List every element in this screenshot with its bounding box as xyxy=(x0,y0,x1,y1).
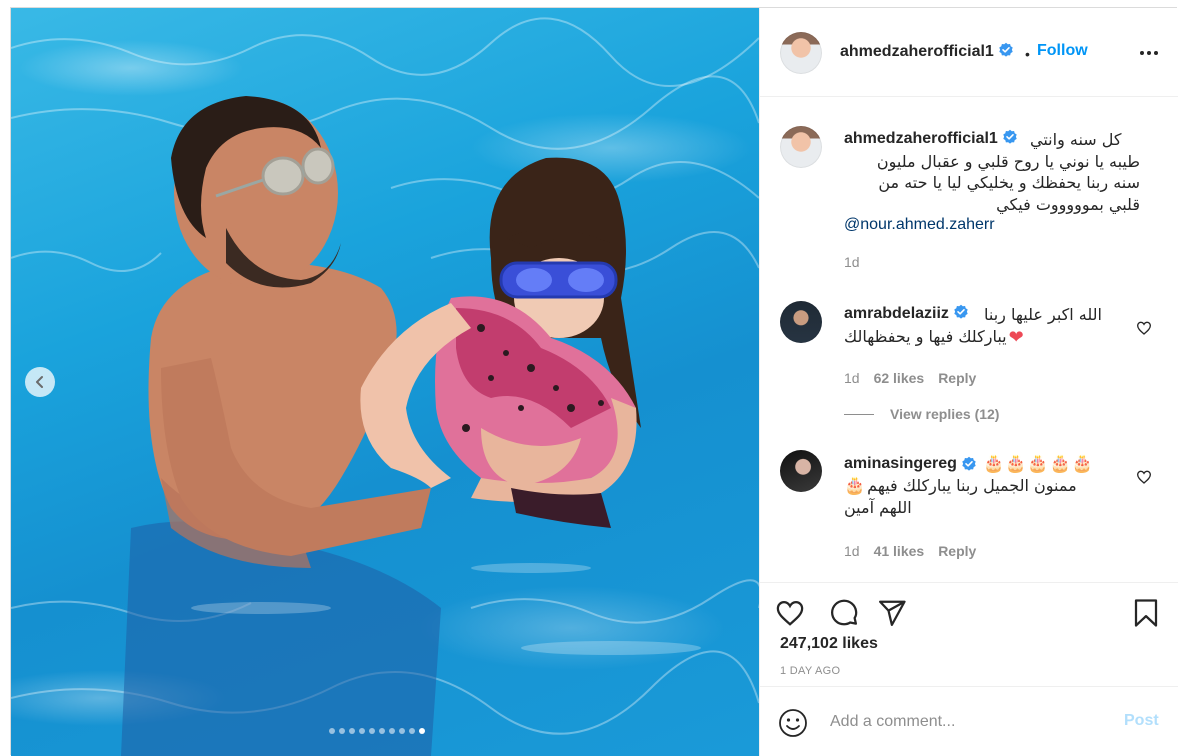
carousel-dot xyxy=(399,728,405,734)
caption-username[interactable]: ahmedzaherofficial1 xyxy=(844,130,998,147)
chevron-left-icon xyxy=(36,376,43,388)
carousel-indicator xyxy=(329,728,425,734)
post-comment-button[interactable]: Post xyxy=(1124,712,1159,730)
comment-username[interactable]: aminasingereg xyxy=(844,455,957,473)
carousel-dot xyxy=(389,728,395,734)
verified-icon xyxy=(999,42,1013,57)
likes-count[interactable]: 247,102 likes xyxy=(780,635,878,653)
comments-list[interactable]: ahmedzaherofficial1 كل سنه وانتي طيبه يا… xyxy=(760,98,1178,582)
reply-button[interactable]: Reply xyxy=(938,370,976,386)
view-replies-label: View replies (12) xyxy=(890,406,1000,422)
comment-text-line-1: الله اكبر عليها ربنا xyxy=(984,305,1102,324)
avatar[interactable] xyxy=(780,32,822,74)
caption-line-3: سنه ربنا يحفظك و يخليكي ليا يا حته من xyxy=(878,173,1140,192)
comment-time[interactable]: 1d xyxy=(844,370,860,386)
carousel-dot xyxy=(379,728,385,734)
post-photo[interactable] xyxy=(11,8,759,756)
comment-text-line-2: اللهم آمين xyxy=(844,498,912,517)
verified-icon xyxy=(1003,129,1017,144)
carousel-dot xyxy=(409,728,415,734)
comment-text-line-2-row: يباركلك فيها و يحفظهالك ❤ xyxy=(844,326,1024,348)
avatar[interactable] xyxy=(780,126,822,168)
emoji-picker-button[interactable] xyxy=(778,708,808,738)
heart-outline-icon xyxy=(776,600,804,626)
separator: • xyxy=(1025,46,1030,62)
comment-meta: 1d 62 likes Reply xyxy=(844,370,976,386)
add-comment-bar: Post xyxy=(760,686,1178,756)
carousel-dot xyxy=(349,728,355,734)
carousel-dot xyxy=(419,728,425,734)
comment-meta: 1d 41 likes Reply xyxy=(844,543,976,559)
follow-button[interactable]: Follow xyxy=(1037,42,1088,60)
post-sidebar: ahmedzaherofficial1 • Follow ahmedzahero… xyxy=(759,8,1178,756)
like-button[interactable] xyxy=(774,597,806,629)
comment-likes[interactable]: 62 likes xyxy=(874,370,925,386)
carousel-dot xyxy=(339,728,345,734)
comment-text-line-2: يباركلك فيها و يحفظهالك xyxy=(844,327,1007,346)
carousel-dot xyxy=(329,728,335,734)
emoji-icon xyxy=(779,709,807,737)
comment-text-line-1: ممنون الجميل ربنا يباركلك فيهم xyxy=(867,476,1077,495)
owner-username[interactable]: ahmedzaherofficial1 xyxy=(840,43,994,60)
bookmark-icon xyxy=(1134,599,1158,627)
caption-line-1: كل سنه وانتي xyxy=(1030,130,1122,149)
reply-button[interactable]: Reply xyxy=(938,543,976,559)
avatar[interactable] xyxy=(780,450,822,492)
comment-text-line-1-row: 🎂 ممنون الجميل ربنا يباركلك فيهم xyxy=(844,475,1077,497)
post-header: ahmedzaherofficial1 • Follow xyxy=(760,8,1178,97)
caption-time[interactable]: 1d xyxy=(844,254,860,270)
carousel-dot xyxy=(359,728,365,734)
photo-scene xyxy=(11,17,759,756)
divider xyxy=(844,413,874,415)
caption-line-4: قلبي بموووووت فيكي xyxy=(996,195,1140,214)
cake-emoji: 🎂 xyxy=(844,476,866,496)
share-button[interactable] xyxy=(876,597,908,629)
carousel-dot xyxy=(369,728,375,734)
post-date[interactable]: 1 DAY AGO xyxy=(780,665,840,677)
share-icon xyxy=(879,600,906,626)
comment-time[interactable]: 1d xyxy=(844,543,860,559)
verified-icon xyxy=(954,304,968,319)
save-button[interactable] xyxy=(1130,597,1162,629)
comment-icon xyxy=(831,599,858,626)
cake-emoji-row: 🎂🎂🎂🎂🎂 xyxy=(982,454,1094,474)
comment-header: aminasingereg 🎂🎂🎂🎂🎂 xyxy=(844,453,1094,475)
verified-icon xyxy=(962,456,976,471)
post-dialog: ahmedzaherofficial1 • Follow ahmedzahero… xyxy=(10,7,1178,756)
caption-mention-link[interactable]: @nour.ahmed.zaherr xyxy=(844,216,995,234)
comment-input[interactable] xyxy=(830,709,1110,735)
owner-name-row: ahmedzaherofficial1 xyxy=(840,42,1014,61)
comment-header: amrabdelaziiz xyxy=(844,304,969,326)
more-options-button[interactable] xyxy=(1138,44,1160,62)
action-bar: 247,102 likes 1 DAY AGO xyxy=(760,582,1178,686)
caption-line-2: طيبه يا نوني يا روح قلبي و عقبال مليون xyxy=(876,152,1140,171)
view-replies-button[interactable]: View replies (12) xyxy=(844,406,999,422)
red-heart-emoji: ❤ xyxy=(1008,326,1024,348)
avatar[interactable] xyxy=(780,301,822,343)
more-icon xyxy=(1140,51,1158,55)
comment-username[interactable]: amrabdelaziiz xyxy=(844,305,949,322)
like-comment-heart-icon[interactable] xyxy=(1136,469,1152,485)
like-comment-heart-icon[interactable] xyxy=(1136,320,1152,336)
comment-likes[interactable]: 41 likes xyxy=(874,543,925,559)
carousel-prev-button[interactable] xyxy=(25,367,55,397)
comment-button[interactable] xyxy=(828,597,860,629)
